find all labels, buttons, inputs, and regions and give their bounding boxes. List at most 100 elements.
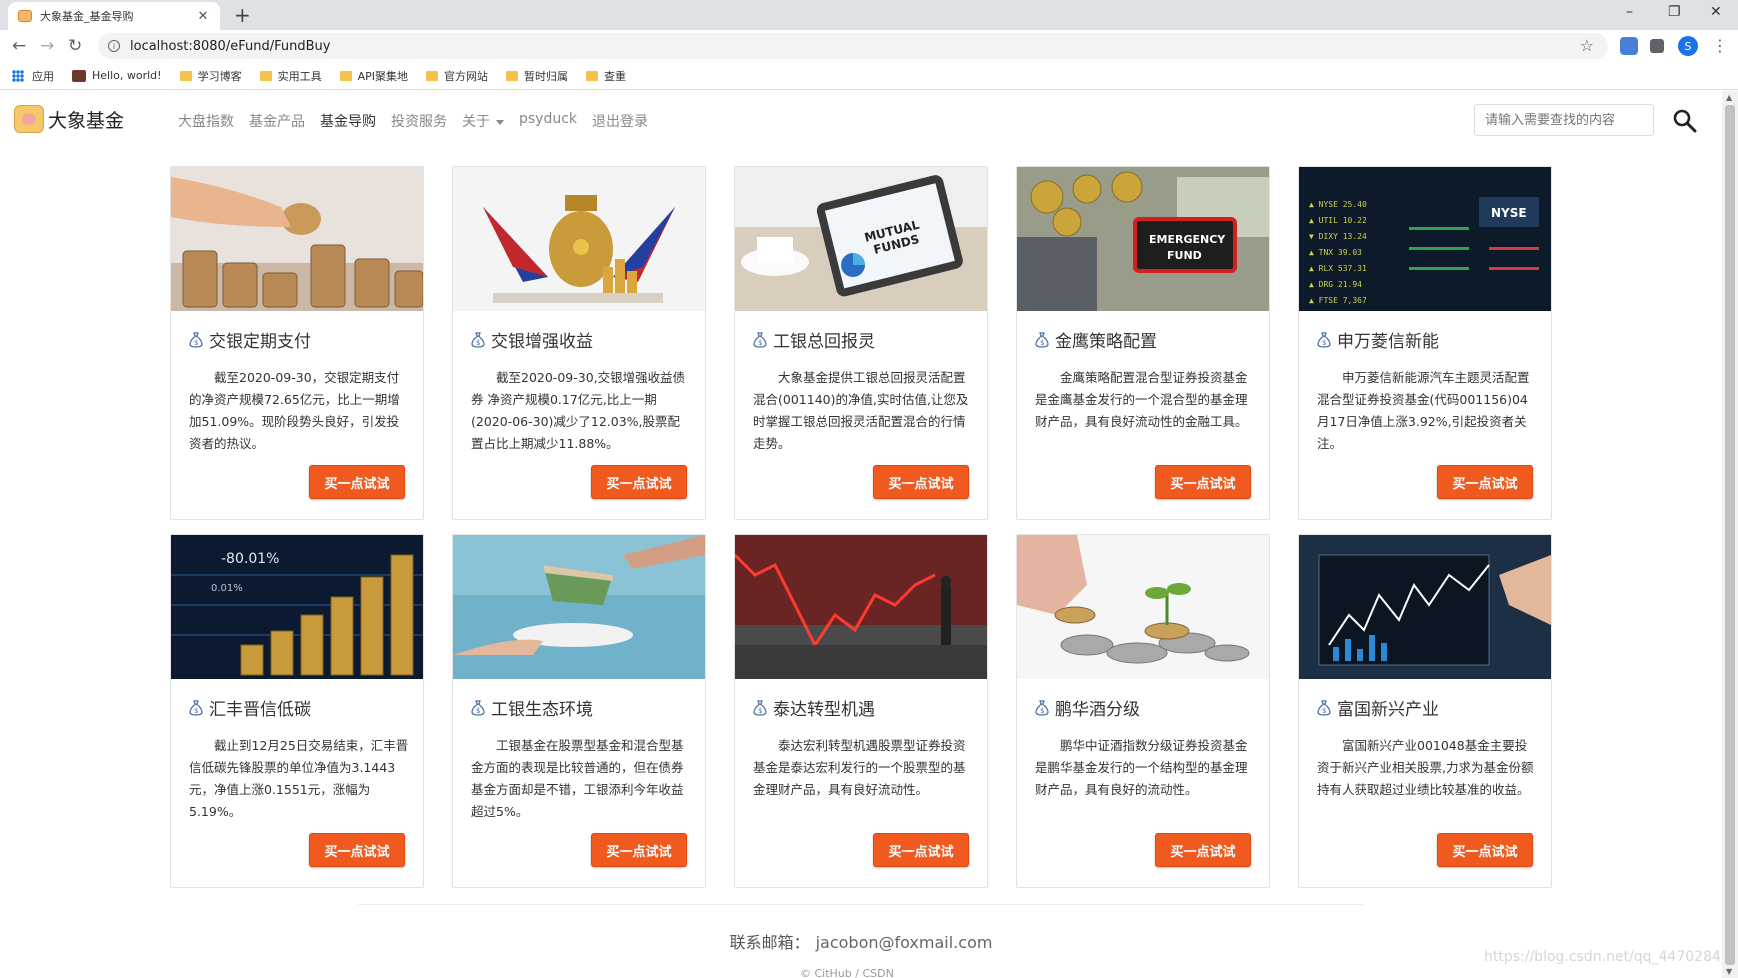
menu-item-services[interactable]: 投资服务	[391, 111, 447, 131]
bookmark-folder[interactable]: API聚集地	[339, 68, 408, 84]
forward-icon[interactable]: →	[40, 36, 54, 56]
menu-item-user[interactable]: psyduck	[519, 111, 577, 131]
extensions-puzzle-icon[interactable]	[1650, 39, 1664, 53]
fund-description: 截至2020-09-30，交银定期支付的净资产规模72.65亿元，比上一期增加5…	[189, 370, 400, 451]
bookmark-folder[interactable]: 官方网站	[425, 68, 488, 84]
site-navbar: 大象基金 大盘指数 基金产品 基金导购 投资服务 关于 psyduck 退出登录	[0, 91, 1722, 149]
buy-button[interactable]: 买一点试试	[1437, 465, 1533, 499]
bookmark-folder[interactable]: 学习博客	[179, 68, 242, 84]
contact-email-link[interactable]: jacobon@foxmail.com	[816, 933, 993, 952]
translate-extension-icon[interactable]	[1620, 37, 1638, 55]
svg-text:$: $	[476, 707, 480, 715]
browser-menu-icon[interactable]: ⋮	[1712, 36, 1728, 55]
menu-item-index[interactable]: 大盘指数	[178, 111, 234, 131]
fund-image: -80.01% 0.01%	[171, 535, 423, 679]
svg-text:$: $	[194, 339, 198, 347]
watermark-text: https://blog.csdn.net/qq_44702847	[1484, 949, 1722, 965]
fund-image	[735, 535, 987, 679]
bookmark-hello-world[interactable]: Hello, world!	[72, 69, 162, 82]
window-close-icon[interactable]: ✕	[1710, 4, 1722, 20]
bookmark-apps[interactable]: 应用	[12, 68, 54, 84]
tab-title: 大象基金_基金导购	[40, 10, 134, 23]
bookmark-star-icon[interactable]: ☆	[1580, 36, 1594, 55]
fund-card: $ 鹏华酒分级 鹏华中证酒指数分级证券投资基金是鹏华基金发行的一个结构型的基金理…	[1016, 534, 1270, 888]
menu-item-logout[interactable]: 退出登录	[592, 111, 648, 131]
buy-button[interactable]: 买一点试试	[873, 465, 969, 499]
folder-icon	[425, 70, 438, 81]
back-icon[interactable]: ←	[12, 36, 26, 56]
fund-title: $ 工银生态环境	[471, 695, 593, 720]
fund-description: 富国新兴产业001048基金主要投资于新兴产业相关股票,力求为基金份额持有人获取…	[1317, 738, 1534, 797]
restore-icon[interactable]: ❐	[1668, 4, 1681, 20]
money-bag-icon: $	[1035, 699, 1049, 716]
svg-text:$: $	[1322, 339, 1326, 347]
bookmark-folder[interactable]: 查重	[585, 68, 626, 84]
buy-button[interactable]: 买一点试试	[309, 465, 405, 499]
fund-title: $ 申万菱信新能	[1317, 327, 1439, 352]
scroll-up-icon[interactable]: ▲	[1726, 93, 1732, 102]
fund-card: $ 工银生态环境 工银基金在股票型基金和混合型基金方面的表现是比较普通的，但在债…	[452, 534, 706, 888]
svg-text:$: $	[1040, 339, 1044, 347]
scroll-down-icon[interactable]: ▼	[1726, 967, 1732, 976]
money-bag-icon: $	[471, 699, 485, 716]
svg-text:▼ DIXY 13.24: ▼ DIXY 13.24	[1309, 232, 1367, 241]
fund-title: $ 交银定期支付	[189, 327, 311, 352]
minimize-icon[interactable]: –	[1626, 4, 1633, 20]
footer-divider	[358, 904, 1364, 905]
apps-grid-icon	[12, 69, 24, 82]
menu-item-fund-buy[interactable]: 基金导购	[320, 111, 376, 131]
profile-avatar[interactable]: S	[1678, 36, 1698, 56]
svg-text:▲ FTSE 7,367: ▲ FTSE 7,367	[1309, 296, 1367, 305]
fund-card: $ 交银增强收益 截至2020-09-30,交银增强收益债券 净资产规模0.17…	[452, 166, 706, 520]
browser-tab-strip: 大象基金_基金导购 ✕ + – ❐ ✕	[0, 0, 1738, 30]
buy-button[interactable]: 买一点试试	[1155, 465, 1251, 499]
site-brand[interactable]: 大象基金	[14, 105, 124, 133]
fund-image	[453, 167, 705, 311]
money-bag-icon: $	[1317, 699, 1331, 716]
site-info-icon[interactable]: i	[108, 40, 120, 52]
search-input[interactable]	[1474, 104, 1654, 136]
scrollbar-thumb[interactable]	[1725, 105, 1735, 965]
buy-button[interactable]: 买一点试试	[873, 833, 969, 867]
buy-button[interactable]: 买一点试试	[309, 833, 405, 867]
fund-card: $ 富国新兴产业 富国新兴产业001048基金主要投资于新兴产业相关股票,力求为…	[1298, 534, 1552, 888]
bookmarks-bar: 应用 Hello, world! 学习博客 实用工具 API聚集地 官方网站 暂…	[0, 62, 1738, 90]
buy-button[interactable]: 买一点试试	[591, 465, 687, 499]
folder-icon	[339, 70, 352, 81]
money-bag-icon: $	[753, 331, 767, 348]
reload-icon[interactable]: ↻	[68, 36, 82, 56]
fund-title: $ 工银总回报灵	[753, 327, 875, 352]
search-icon[interactable]	[1672, 108, 1698, 134]
fund-image: EMERGENCY FUND	[1017, 167, 1269, 311]
fund-image	[1017, 535, 1269, 679]
svg-text:▲ NYSE 25.40: ▲ NYSE 25.40	[1309, 200, 1367, 209]
bookmark-folder[interactable]: 实用工具	[259, 68, 322, 84]
fund-description: 截至2020-09-30,交银增强收益债券 净资产规模0.17亿元,比上一期(2…	[471, 370, 686, 451]
svg-text:FUND: FUND	[1167, 249, 1202, 262]
new-tab-icon[interactable]: +	[234, 3, 251, 27]
fund-description: 申万菱信新能源汽车主题灵活配置混合型证券投资基金(代码001156)04月17日…	[1317, 370, 1530, 451]
folder-icon	[585, 70, 598, 81]
fund-card: EMERGENCY FUND $ 金鹰策略配置 金鹰策略配置混合型证券投资基金是…	[1016, 166, 1270, 520]
buy-button[interactable]: 买一点试试	[1437, 833, 1533, 867]
svg-text:$: $	[758, 707, 762, 715]
address-input[interactable]: i localhost:8080/eFund/FundBuy ☆	[98, 33, 1608, 59]
fund-description: 鹏华中证酒指数分级证券投资基金是鹏华基金发行的一个结构型的基金理财产品，具有良好…	[1035, 738, 1248, 797]
fund-description: 截止到12月25日交易结束，汇丰晋信低碳先锋股票的单位净值为3.1443元，净值…	[189, 738, 409, 819]
fund-card: ▲ NYSE 25.40 ▲ UTIL 10.22 ▼ DIXY 13.24 ▲ T…	[1298, 166, 1552, 520]
fund-image: MUTUAL FUNDS	[735, 167, 987, 311]
menu-item-about[interactable]: 关于	[462, 111, 504, 131]
buy-button[interactable]: 买一点试试	[591, 833, 687, 867]
svg-text:-80.01%: -80.01%	[221, 551, 279, 567]
browser-tab[interactable]: 大象基金_基金导购 ✕	[8, 2, 220, 30]
buy-button[interactable]: 买一点试试	[1155, 833, 1251, 867]
close-tab-icon[interactable]: ✕	[196, 9, 210, 24]
menu-item-products[interactable]: 基金产品	[249, 111, 305, 131]
bookmark-folder[interactable]: 暂时归属	[505, 68, 568, 84]
fund-description: 大象基金提供工银总回报灵活配置混合(001140)的净值,实时估值,让您及时掌握…	[753, 370, 969, 451]
fund-title: $ 鹏华酒分级	[1035, 695, 1140, 720]
folder-icon	[179, 70, 192, 81]
fund-image	[171, 167, 423, 311]
fund-description: 金鹰策略配置混合型证券投资基金是金鹰基金发行的一个混合型的基金理财产品，具有良好…	[1035, 370, 1248, 429]
page-scrollbar[interactable]: ▲ ▼	[1722, 91, 1738, 978]
